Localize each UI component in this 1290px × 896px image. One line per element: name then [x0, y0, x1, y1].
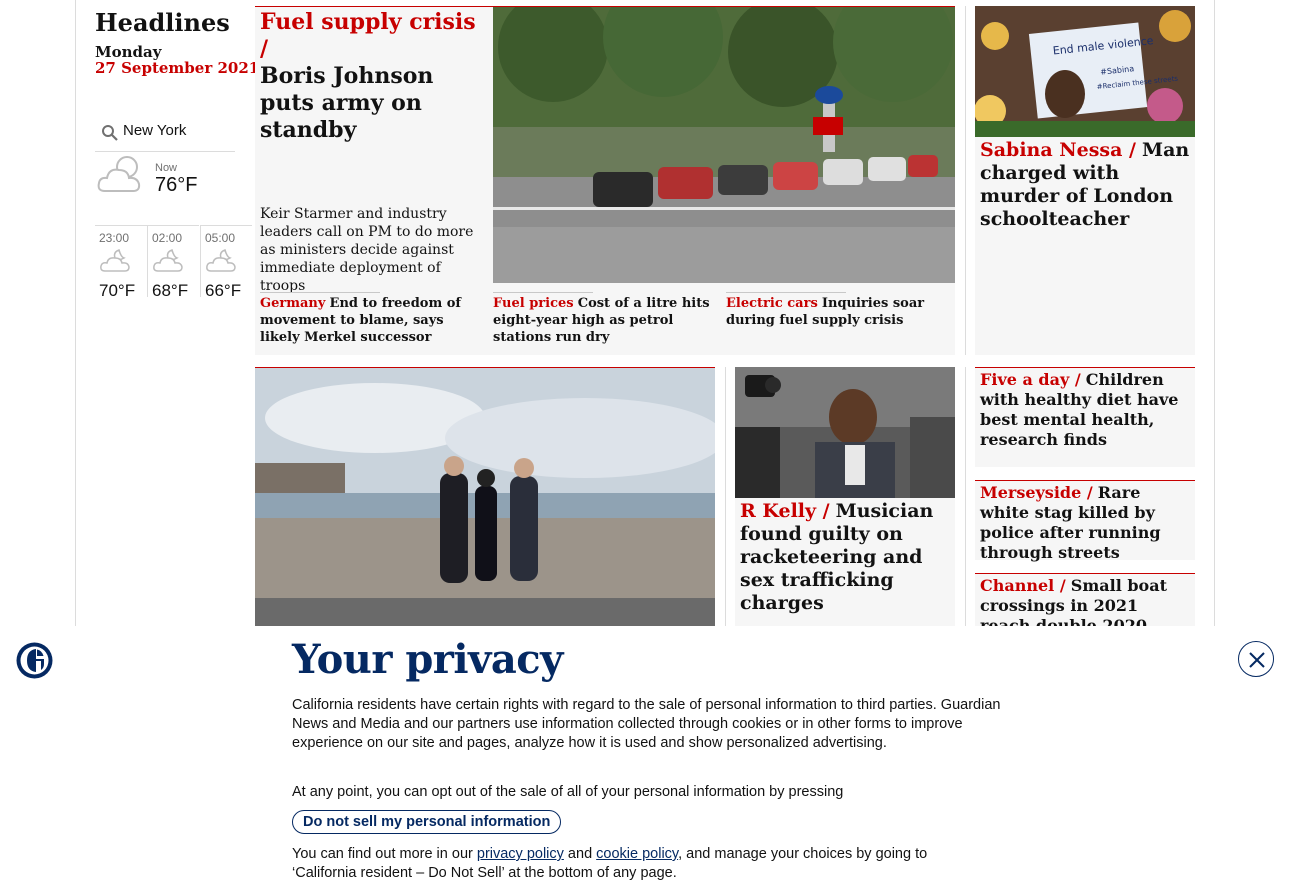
vigil-image: End male violence #Sabina #Reclaim these…	[975, 6, 1195, 137]
forecast-time: 02:00	[152, 231, 183, 245]
partly-cloudy-icon	[97, 156, 141, 192]
lead-sublinks: Fuel prices Cost of a litre hits eight-y…	[493, 283, 955, 355]
sublink-fuel-prices[interactable]: Fuel prices Cost of a litre hits eight-y…	[493, 295, 713, 346]
sublink-kicker: Germany	[260, 296, 326, 311]
small-story-five-a-day[interactable]: Five a day / Children with healthy diet …	[975, 367, 1195, 467]
privacy-banner: Your privacy California residents have c…	[0, 626, 1290, 896]
close-icon	[1249, 652, 1265, 668]
privacy-body-2: At any point, you can opt out of the sal…	[292, 784, 844, 800]
sabina-nessa-headline-link[interactable]: Sabina Nessa / Man charged with murder o…	[980, 139, 1190, 231]
guardian-logo-icon	[16, 642, 53, 679]
weather-now-temp: 76°F	[155, 174, 198, 196]
weather-location: New York	[123, 122, 187, 139]
privacy-title: Your privacy	[292, 636, 563, 683]
sublink-kicker: Electric cars	[726, 296, 818, 311]
column-divider	[725, 367, 726, 637]
search-icon	[102, 125, 118, 141]
forecast-temp: 66°F	[205, 281, 242, 300]
beach-photo	[255, 368, 715, 637]
column-divider	[965, 367, 966, 637]
rk-kicker: R Kelly /	[740, 500, 830, 522]
r-kelly-photo	[735, 367, 955, 498]
forecast-item: 05:00 66°F	[200, 225, 252, 300]
divider	[493, 292, 593, 293]
forecast-temp: 68°F	[152, 281, 189, 300]
vigil-photo: End male violence #Sabina #Reclaim these…	[975, 6, 1195, 137]
divider	[726, 292, 846, 293]
headlines-title: Headlines	[95, 8, 230, 37]
forecast-item: 02:00 68°F	[147, 225, 199, 300]
lead-kicker: Fuel supply crisis /	[260, 9, 476, 62]
privacy-body-3-pre: You can find out more in our	[292, 846, 477, 862]
small-kicker: Five a day /	[980, 370, 1081, 389]
divider	[260, 292, 380, 293]
privacy-policy-link[interactable]: privacy policy	[477, 846, 564, 862]
sublink-kicker: Fuel prices	[493, 296, 574, 311]
close-privacy-button[interactable]	[1238, 641, 1274, 677]
starmer-beach-image[interactable]	[255, 367, 715, 637]
cookie-policy-link[interactable]: cookie policy	[596, 846, 678, 862]
r-kelly-card[interactable]: R Kelly / Musician found guilty on racke…	[735, 367, 955, 637]
privacy-and-text: and	[563, 846, 597, 862]
headlines-date: 27 September 2021	[95, 59, 260, 77]
sabina-nessa-card[interactable]: End male violence #Sabina #Reclaim these…	[975, 6, 1195, 355]
r-kelly-headline-link[interactable]: R Kelly / Musician found guilty on racke…	[740, 500, 950, 615]
weather-location-search[interactable]: New York	[95, 117, 235, 152]
do-not-sell-button[interactable]: Do not sell my personal information	[292, 810, 562, 834]
lead-headline: Boris Johnson puts army on standby	[260, 63, 434, 143]
lead-headline-link[interactable]: Fuel supply crisis / Boris Johnson puts …	[260, 9, 490, 144]
weather-now-label: Now	[155, 162, 178, 174]
privacy-body-3: You can find out more in our privacy pol…	[292, 845, 972, 883]
privacy-body-1: California residents have certain rights…	[292, 697, 1001, 751]
column-divider	[965, 6, 966, 355]
cloudy-night-icon	[153, 249, 183, 272]
sublink-germany[interactable]: Germany End to freedom of movement to bl…	[260, 295, 485, 346]
cloudy-night-icon	[206, 249, 236, 272]
sublink-electric-cars[interactable]: Electric cars Inquiries soar during fuel…	[726, 295, 951, 329]
small-story-merseyside[interactable]: Merseyside / Rare white stag killed by p…	[975, 480, 1195, 562]
lead-standfirst: Keir Starmer and industry leaders call o…	[260, 206, 474, 294]
petrol-queue-photo	[493, 7, 955, 283]
forecast-time: 23:00	[99, 231, 130, 245]
small-kicker: Merseyside /	[980, 483, 1093, 502]
r-kelly-image	[735, 367, 955, 498]
small-kicker: Channel /	[980, 576, 1066, 595]
forecast-temp: 70°F	[99, 281, 136, 300]
lead-image[interactable]	[493, 6, 955, 283]
side-kicker: Sabina Nessa /	[980, 139, 1136, 161]
forecast-time: 05:00	[205, 231, 236, 245]
cloudy-night-icon	[100, 249, 130, 272]
small-story-channel[interactable]: Channel / Small boat crossings in 2021 r…	[975, 573, 1195, 633]
forecast-item: 23:00 70°F	[95, 225, 147, 300]
